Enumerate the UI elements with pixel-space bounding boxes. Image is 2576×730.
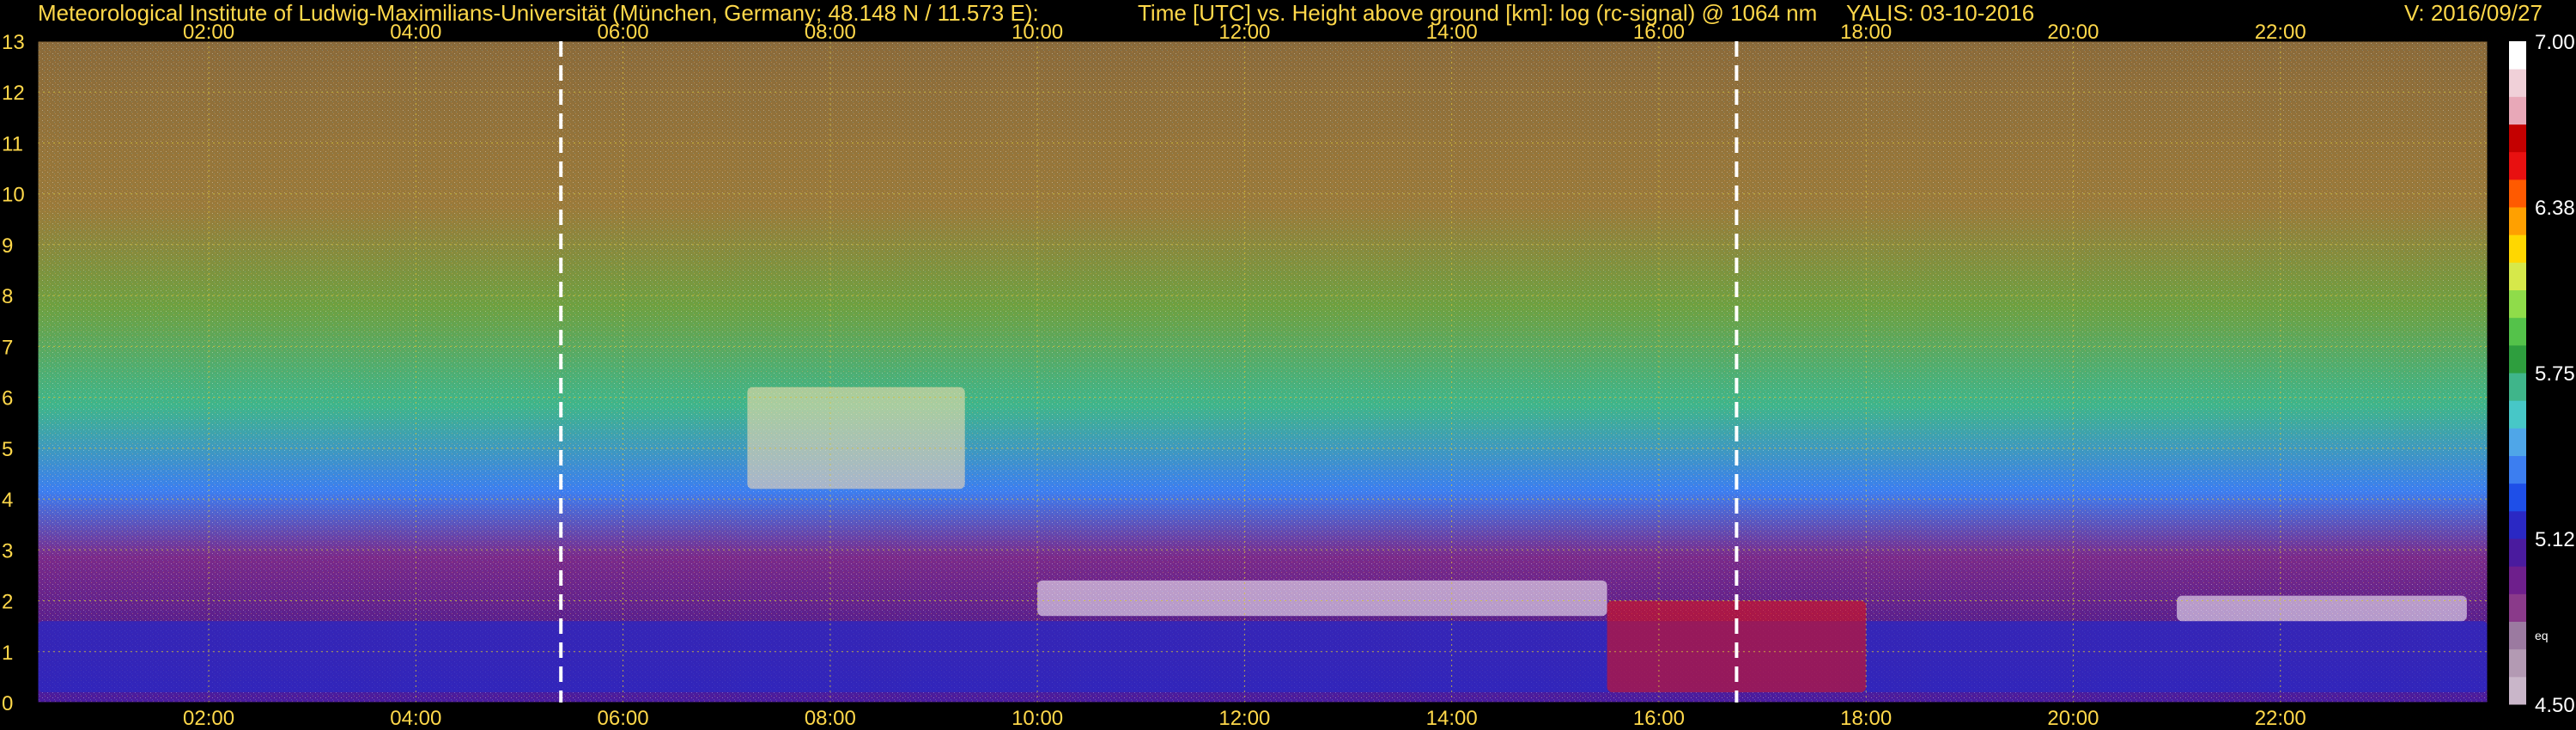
colorbar-swatch: [2509, 344, 2526, 374]
lidar-plot: 012345678910111213 02:00 04:00 06:00 08:00 1…: [2, 21, 2575, 730]
x-tick-label-bottom: 12:00: [1218, 707, 1270, 730]
colorbar-swatch: [2509, 648, 2526, 678]
x-tick-label-bottom: 14:00: [1426, 707, 1478, 730]
x-tick-label-bottom: 02:00: [183, 707, 234, 730]
colorbar-swatch: [2509, 207, 2526, 235]
y-tick-label: 3: [2, 539, 13, 563]
x-tick-label-top: 16:00: [1633, 21, 1685, 44]
colorbar-note: eq: [2535, 629, 2549, 642]
x-tick-label-top: 06:00: [598, 21, 649, 44]
colorbar-swatch: [2509, 289, 2526, 319]
y-tick-label: 0: [2, 692, 13, 715]
x-tick-label-top: 04:00: [390, 21, 441, 44]
colorbar-swatch: [2509, 483, 2526, 512]
x-tick-label-top: 12:00: [1218, 21, 1270, 44]
x-tick-label-top: 14:00: [1426, 21, 1478, 44]
colorbar-swatch: [2509, 428, 2526, 456]
y-tick-label: 11: [2, 132, 23, 155]
y-tick-label: 1: [2, 642, 13, 665]
y-tick-label: 5: [2, 438, 13, 461]
colorbar-swatch: [2509, 124, 2526, 153]
plot-area: [38, 41, 2488, 703]
y-tick-label: 12: [2, 82, 25, 105]
y-tick-label: 8: [2, 285, 13, 308]
x-axis-ticks-bottom: 02:00 04:00 06:00 08:00 10:00 12:00 14:00 16:00…: [183, 707, 2306, 730]
colorbar-swatch: [2509, 593, 2526, 622]
colorbar-swatch: [2509, 538, 2526, 567]
colorbar-swatch: [2509, 510, 2526, 539]
colorbar-label: 5.12: [2535, 528, 2575, 551]
colorbar-swatch: [2509, 41, 2526, 70]
y-tick-label: 13: [2, 31, 25, 54]
feature-cloud-layer: [1037, 580, 1607, 617]
colorbar-label: 6.38: [2535, 197, 2575, 220]
x-axis-ticks-top: 02:00 04:00 06:00 08:00 10:00 12:00 14:00 16:00…: [183, 21, 2306, 44]
x-tick-label-bottom: 06:00: [598, 707, 649, 730]
y-tick-label: 2: [2, 591, 13, 614]
y-tick-label: 9: [2, 234, 13, 258]
colorbar-swatch: [2509, 400, 2526, 429]
feature-boundary-layer-aerosol: [38, 621, 2488, 693]
colorbar-swatch: [2509, 373, 2526, 401]
x-tick-label-bottom: 18:00: [1840, 707, 1892, 730]
y-tick-label: 4: [2, 489, 13, 512]
x-tick-label-top: 02:00: [183, 21, 234, 44]
colorbar: 7.00 6.38 5.75 5.12 4.50 eq: [2509, 31, 2575, 717]
x-tick-label-bottom: 04:00: [390, 707, 441, 730]
x-tick-label-bottom: 22:00: [2255, 707, 2306, 730]
feature-cloud-layer: [2177, 595, 2467, 622]
colorbar-swatch: [2509, 151, 2526, 180]
colorbar-label: 5.75: [2535, 362, 2575, 386]
x-tick-label-top: 22:00: [2255, 21, 2306, 44]
x-tick-label-bottom: 16:00: [1633, 707, 1685, 730]
y-tick-label: 7: [2, 336, 13, 359]
feature-mid-level-cloud: [747, 386, 965, 490]
colorbar-swatch: [2509, 676, 2526, 705]
colorbar-label: 7.00: [2535, 31, 2575, 54]
y-tick-label: 10: [2, 184, 25, 207]
colorbar-swatch: [2509, 179, 2526, 208]
colorbar-swatch: [2509, 69, 2526, 97]
x-tick-label-bottom: 08:00: [805, 707, 856, 730]
colorbar-label: 4.50: [2535, 694, 2575, 717]
x-tick-label-top: 10:00: [1012, 21, 1063, 44]
x-tick-label-top: 20:00: [2047, 21, 2099, 44]
y-tick-label: 6: [2, 387, 13, 411]
x-tick-label-bottom: 10:00: [1012, 707, 1063, 730]
x-tick-label-top: 08:00: [805, 21, 856, 44]
colorbar-swatch: [2509, 96, 2526, 125]
colorbar-swatch: [2509, 455, 2526, 484]
colorbar-swatch: [2509, 234, 2526, 263]
y-axis-ticks: 012345678910111213: [2, 31, 25, 715]
colorbar-swatch: [2509, 566, 2526, 594]
colorbar-swatch: [2509, 317, 2526, 346]
x-tick-label-bottom: 20:00: [2047, 707, 2099, 730]
colorbar-swatch: [2509, 262, 2526, 290]
x-tick-label-top: 18:00: [1840, 21, 1892, 44]
colorbar-swatch: [2509, 621, 2526, 650]
